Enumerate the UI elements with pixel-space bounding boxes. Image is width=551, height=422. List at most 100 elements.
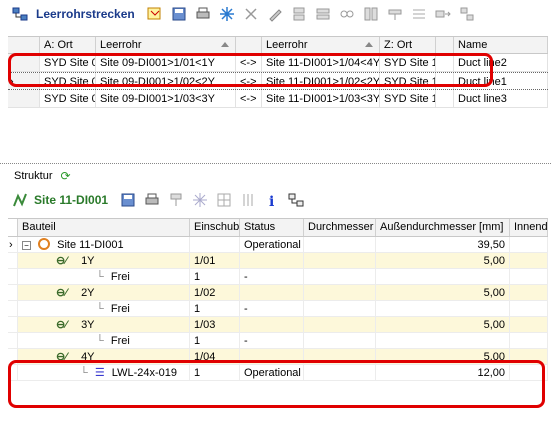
duct-icon: ⊖⁄ <box>56 255 68 267</box>
duct-icon: ⊖⁄ <box>56 287 68 299</box>
tree-row[interactable]: └ Frei 1 - <box>8 333 548 349</box>
duct-tool-icon[interactable] <box>387 6 403 22</box>
filter-icon[interactable] <box>147 6 163 22</box>
cell-z-ort: SYD Site 12 <box>380 90 436 107</box>
column-header-innendurchmesser[interactable]: Innendu <box>510 219 548 236</box>
info-icon[interactable]: i <box>264 192 280 208</box>
tree-connector-icon: └ <box>96 335 104 347</box>
cell-aussendurchmesser: 5,00 <box>376 285 510 300</box>
cell-einschub: 1 <box>190 301 240 316</box>
cell-blank <box>436 90 454 107</box>
print-icon[interactable] <box>195 6 211 22</box>
split-icon[interactable] <box>315 6 331 22</box>
duct-route-icon[interactable] <box>288 192 304 208</box>
row-selector[interactable] <box>8 317 18 332</box>
cell-durchmesser <box>304 253 376 268</box>
column-header-name[interactable]: Name <box>454 37 548 53</box>
cell-status: - <box>240 301 304 316</box>
cell-status <box>240 285 304 300</box>
site-icon <box>38 238 51 250</box>
node-label: Frei <box>110 335 130 347</box>
cell-status: - <box>240 269 304 284</box>
column-header-direction[interactable] <box>236 37 262 53</box>
pane-splitter[interactable] <box>0 163 551 166</box>
cell-aussendurchmesser: 5,00 <box>376 317 510 332</box>
structure-toolbar: Site 11-DI001 i <box>8 189 308 211</box>
column-header-a-ort[interactable]: A: Ort <box>40 37 96 53</box>
collapse-icon[interactable]: − <box>22 241 31 250</box>
cell-durchmesser <box>304 237 376 252</box>
column-header-einschub[interactable]: Einschub <box>190 219 240 236</box>
close-icon[interactable] <box>243 6 259 22</box>
tree-row[interactable]: └ Frei 1 - <box>8 269 548 285</box>
connect-icon[interactable] <box>291 6 307 22</box>
cell-innendurchmesser <box>510 317 548 332</box>
duct-bundle-icon <box>12 192 28 208</box>
row-selector[interactable]: › <box>8 237 18 252</box>
arrow-right-icon[interactable] <box>435 6 451 22</box>
tree-row[interactable]: └ Frei 1 - <box>8 301 548 317</box>
column-header-aussendurchmesser[interactable]: Außendurchmesser [mm] <box>376 219 510 236</box>
column-header-z-ort[interactable]: Z: Ort <box>380 37 436 53</box>
cell-bauteil: └ Frei <box>18 269 190 284</box>
column-header-durchmesser[interactable]: Durchmesser <box>304 219 376 236</box>
highlight-box-top <box>8 53 493 87</box>
snowflake-icon[interactable] <box>219 6 235 22</box>
route-icon[interactable] <box>363 6 379 22</box>
cell-leerrohr-z: Site 11-DI001>1/03<3Y <box>262 90 380 107</box>
row-selector[interactable] <box>8 269 18 284</box>
cell-status: - <box>240 333 304 348</box>
table-row[interactable]: SYD Site 09 Site 09-DI001>1/03<3Y <-> Si… <box>8 90 548 108</box>
table-header: A: Ort Leerrohr Leerrohr Z: Ort Name <box>8 37 548 54</box>
column-header-bauteil[interactable]: Bauteil <box>18 219 190 236</box>
node-label: 2Y <box>81 287 95 299</box>
row-selector[interactable] <box>8 301 18 316</box>
cell-durchmesser <box>304 333 376 348</box>
row-selector[interactable] <box>8 90 40 107</box>
refresh-icon[interactable]: ⟳ <box>61 169 71 183</box>
tree-row[interactable]: ⊖⁄ 2Y 1/02 5,00 <box>8 285 548 301</box>
column-header-leerrohr-a[interactable]: Leerrohr <box>96 37 236 53</box>
structure-table: Bauteil Einschub Status Durchmesser Auße… <box>8 218 548 381</box>
cell-leerrohr-a: Site 09-DI001>1/03<3Y <box>96 90 236 107</box>
column-header-leerrohr-z[interactable]: Leerrohr <box>262 37 380 53</box>
cell-einschub: 1/01 <box>190 253 240 268</box>
cell-aussendurchmesser: 5,00 <box>376 253 510 268</box>
snowflake-icon[interactable] <box>192 192 208 208</box>
column-header-status[interactable]: Status <box>240 219 304 236</box>
cell-status <box>240 317 304 332</box>
structure-section-label: Struktur ⟳ <box>14 169 71 183</box>
row-selector[interactable] <box>8 285 18 300</box>
tree-row[interactable]: ⊖⁄ 3Y 1/03 5,00 <box>8 317 548 333</box>
row-selector-header <box>8 37 40 53</box>
svg-text:i: i <box>269 194 274 208</box>
merge-icon[interactable] <box>459 6 475 22</box>
duct-icon: ⊖⁄ <box>56 319 68 331</box>
link-icon[interactable] <box>339 6 355 22</box>
row-selector[interactable] <box>8 253 18 268</box>
columns-icon[interactable] <box>240 192 256 208</box>
cell-durchmesser <box>304 301 376 316</box>
cell-einschub <box>190 237 240 252</box>
column-header-blank[interactable] <box>436 37 454 53</box>
print-icon[interactable] <box>144 192 160 208</box>
tree-row[interactable]: › − Site 11-DI001 Operational 39,50 <box>8 237 548 253</box>
row-selector[interactable] <box>8 333 18 348</box>
connect-icon[interactable] <box>168 192 184 208</box>
column-header-label: Leerrohr <box>266 39 308 51</box>
grid-icon[interactable] <box>216 192 232 208</box>
cut-icon[interactable] <box>411 6 427 22</box>
edit-icon[interactable] <box>267 6 283 22</box>
save-icon[interactable] <box>120 192 136 208</box>
highlight-box-bottom <box>8 360 545 408</box>
cell-aussendurchmesser <box>376 333 510 348</box>
save-icon[interactable] <box>171 6 187 22</box>
cell-durchmesser <box>304 285 376 300</box>
cell-innendurchmesser <box>510 237 548 252</box>
tree-connector-icon: └ <box>96 303 104 315</box>
tree-row[interactable]: ⊖⁄ 1Y 1/01 5,00 <box>8 253 548 269</box>
cell-bauteil: − Site 11-DI001 <box>18 237 190 252</box>
top-toolbar: Leerrohrstrecken <box>8 2 479 26</box>
table-header: Bauteil Einschub Status Durchmesser Auße… <box>8 219 548 237</box>
node-label: 1Y <box>81 255 95 267</box>
